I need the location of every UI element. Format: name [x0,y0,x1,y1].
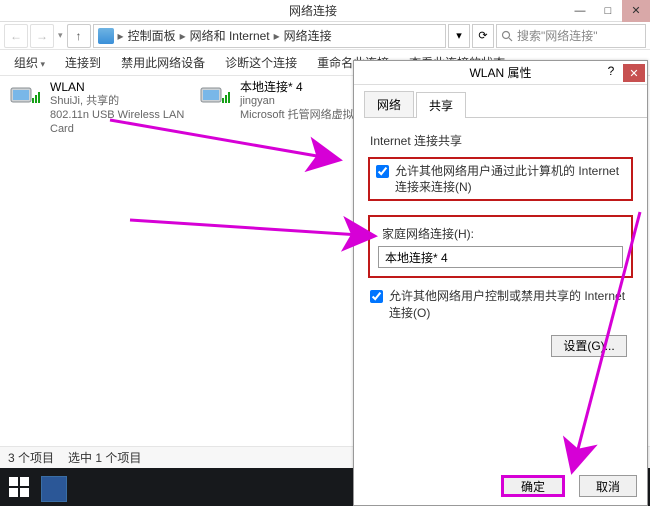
allow-sharing-label: 允许其他网络用户通过此计算机的 Internet 连接来连接(N) [395,163,625,195]
organize-menu[interactable]: 组织 [6,51,53,74]
adapter-status: jingyan [240,95,365,109]
maximize-button[interactable]: □ [594,0,622,22]
wlan-properties-dialog: WLAN 属性 ? ✕ 网络 共享 Internet 连接共享 允许其他网络用户… [353,60,648,506]
breadcrumb-item[interactable]: 网络连接 [284,27,332,44]
address-dropdown-button[interactable]: ▾ [448,24,470,48]
chevron-right-icon[interactable]: ▸ [272,29,282,43]
nav-history-dropdown[interactable]: ▾ [56,30,65,41]
allow-control-checkbox[interactable] [370,290,383,303]
allow-control-row[interactable]: 允许其他网络用户控制或禁用共享的 Internet 连接(O) [370,288,633,320]
tab-network[interactable]: 网络 [364,91,414,117]
tab-sharing[interactable]: 共享 [416,92,466,118]
nav-back-button[interactable]: ← [4,24,28,48]
settings-button[interactable]: 设置(G)... [551,335,627,357]
window-title: 网络连接 [60,2,566,19]
breadcrumb-item[interactable]: 网络和 Internet [190,27,270,44]
start-button[interactable] [0,468,38,506]
refresh-button[interactable]: ⟳ [472,24,494,48]
chevron-right-icon[interactable]: ▸ [116,29,126,43]
search-icon [501,30,513,42]
windows-logo-icon [9,477,29,497]
wifi-adapter-icon [10,80,42,112]
allow-sharing-row[interactable]: 允许其他网络用户通过此计算机的 Internet 连接来连接(N) [376,163,625,195]
cancel-button[interactable]: 取消 [579,475,637,497]
minimize-button[interactable]: — [566,0,594,22]
group-label-ics: Internet 连接共享 [370,132,633,149]
home-connection-label: 家庭网络连接(H): [382,225,623,242]
allow-control-label: 允许其他网络用户控制或禁用共享的 Internet 连接(O) [389,288,633,320]
ok-button[interactable]: 确定 [501,475,565,497]
nav-up-button[interactable]: ↑ [67,24,91,48]
adapter-item-wlan[interactable]: WLAN ShuiJi, 共享的 802.11n USB Wireless LA… [10,80,190,136]
help-button[interactable]: ? [601,64,621,82]
breadcrumb[interactable]: ▸ 控制面板 ▸ 网络和 Internet ▸ 网络连接 [93,24,446,48]
dialog-close-button[interactable]: ✕ [623,64,645,82]
allow-sharing-checkbox[interactable] [376,165,389,178]
adapter-device: Microsoft 托管网络虚拟适 [240,109,365,123]
window-controls: — □ ✕ [566,0,650,22]
status-item-count: 3 个项目 [8,449,54,466]
adapter-name: 本地连接* 4 [240,80,365,95]
home-connection-select[interactable] [378,246,623,268]
nav-forward-button[interactable]: → [30,24,54,48]
diagnose-button[interactable]: 诊断这个连接 [217,51,305,74]
wifi-adapter-icon [200,80,232,112]
adapter-status: ShuiJi, 共享的 [50,95,190,109]
location-icon [98,28,114,44]
status-selected-count: 选中 1 个项目 [68,449,141,466]
adapter-device: 802.11n USB Wireless LAN Card [50,109,190,137]
connect-to-button[interactable]: 连接到 [57,51,109,74]
adapter-name: WLAN [50,80,190,95]
search-input[interactable]: 搜索"网络连接" [496,24,646,48]
close-button[interactable]: ✕ [622,0,650,22]
chevron-right-icon[interactable]: ▸ [178,29,188,43]
breadcrumb-item[interactable]: 控制面板 [128,27,176,44]
dialog-title: WLAN 属性 [469,64,531,81]
taskbar-item[interactable] [41,476,67,502]
disable-device-button[interactable]: 禁用此网络设备 [113,51,213,74]
